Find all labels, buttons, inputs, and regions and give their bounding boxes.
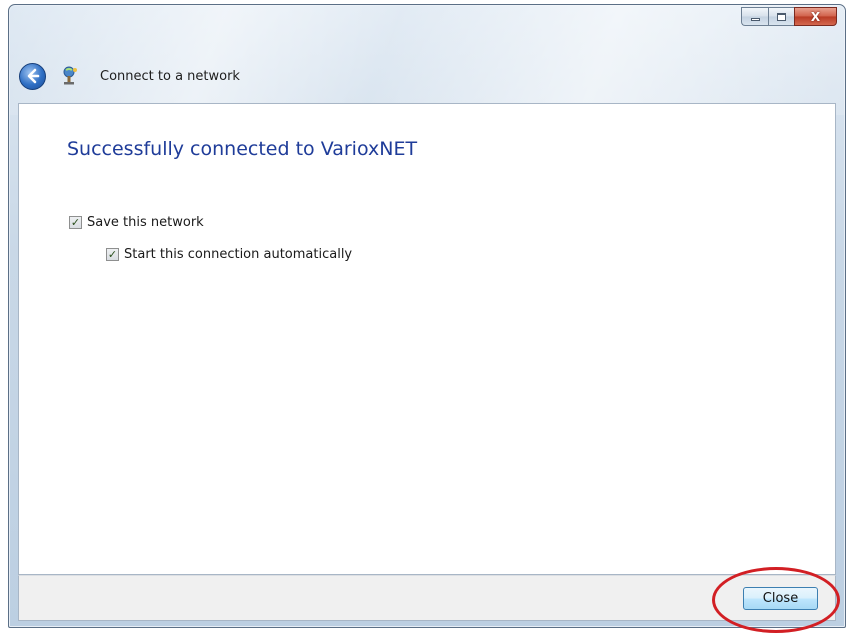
back-button[interactable]	[19, 62, 46, 90]
wizard-content-panel: Successfully connected to VarioxNET ✓ Sa…	[18, 103, 836, 575]
wizard-title: Connect to a network	[100, 68, 240, 84]
minimize-icon	[750, 18, 760, 21]
close-button[interactable]: Close	[743, 587, 818, 610]
connect-to-network-window: X Connect to a network Successfully conn…	[8, 4, 846, 628]
wizard-footer	[18, 575, 836, 621]
back-arrow-icon	[27, 68, 39, 84]
checkmark-icon: ✓	[70, 216, 81, 229]
close-icon: X	[810, 9, 821, 24]
page-heading: Successfully connected to VarioxNET	[67, 138, 418, 160]
save-network-label[interactable]: Save this network	[87, 215, 204, 230]
window-close-button[interactable]: X	[794, 7, 837, 26]
save-network-option[interactable]: ✓ Save this network	[69, 215, 204, 230]
auto-connect-option[interactable]: ✓ Start this connection automatically	[106, 247, 352, 262]
wizard-nav-bar: Connect to a network	[19, 59, 240, 93]
network-wizard-icon	[58, 65, 80, 87]
maximize-button[interactable]	[768, 7, 794, 26]
maximize-icon	[777, 12, 786, 21]
minimize-button[interactable]	[741, 7, 768, 26]
auto-connect-checkbox[interactable]: ✓	[106, 248, 119, 261]
save-network-checkbox[interactable]: ✓	[69, 216, 82, 229]
caption-buttons: X	[741, 7, 837, 26]
checkmark-icon: ✓	[107, 248, 118, 261]
auto-connect-label[interactable]: Start this connection automatically	[124, 247, 352, 262]
